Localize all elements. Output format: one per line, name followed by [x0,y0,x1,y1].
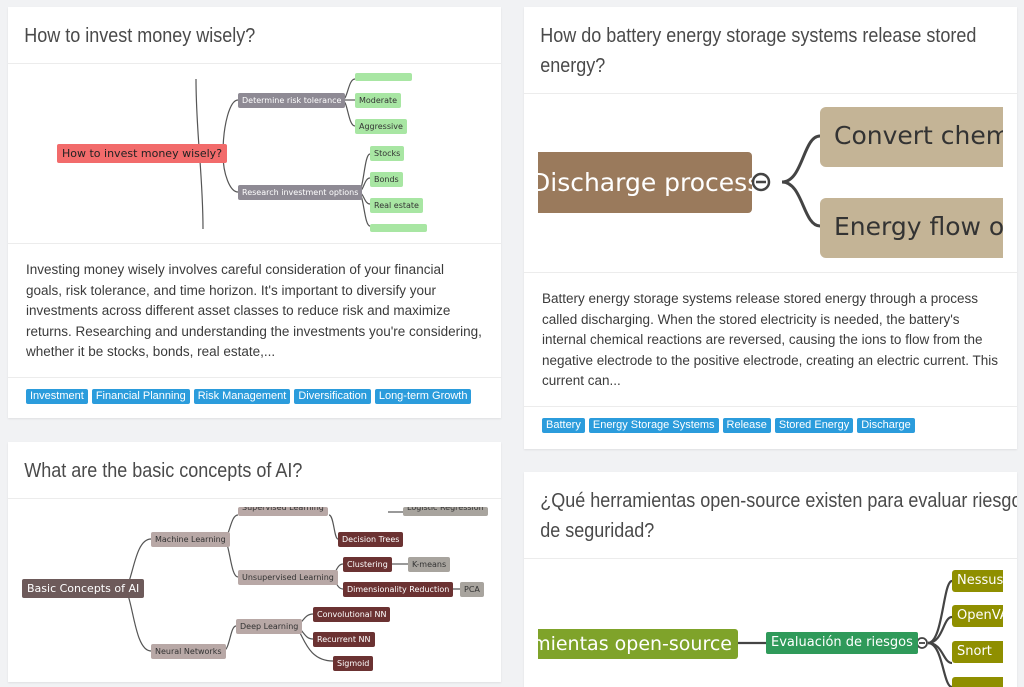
card-description: Investing money wisely involves careful … [8,244,501,378]
mindmap-leaf: Logistic Regression [403,507,488,516]
mindmap-image[interactable]: Discharge process Convert chemical energ… [524,94,1017,273]
mindmap-root-label: Discharge process [538,168,752,197]
mindmap-leaf: Bonds [370,172,403,187]
tag[interactable]: Investment [26,388,88,404]
mindmap-leaf-label: Nessus [957,573,1003,588]
tag[interactable]: Financial Planning [91,388,190,404]
mindmap-root: Basic Concepts of AI [22,579,145,598]
tag[interactable]: Release [722,417,771,433]
mindmap-image[interactable]: Herramientas open-source Evaluación de r… [524,559,1017,687]
mindmap-child: Convert chemical energy [820,107,1003,167]
mindmap-connectors [738,579,953,687]
card-description: Battery energy storage systems release s… [524,273,1017,407]
card-title[interactable]: How do battery energy storage systems re… [524,7,1017,94]
mindmap-leaf: Moderate [355,93,402,108]
mindmap-leaf: Real estate [370,198,423,213]
mindmap-root: Herramientas open-source [538,629,738,659]
mindmap-child: Energy flow out [820,198,1003,258]
mindmap-leaf: Convolutional NN [313,607,391,622]
mindmap-viewport: Discharge process Convert chemical energ… [538,94,1003,272]
mindmap-root: Discharge process [538,152,752,213]
mindmap-root: How to invest money wisely? [57,144,228,163]
card-security[interactable]: ¿Qué herramientas open-source existen pa… [524,472,1017,687]
mindmap-child-label: Energy flow out [834,212,1003,241]
card-invest[interactable]: How to invest money wisely? How to inves… [8,7,501,418]
tag[interactable]: Stored Energy [774,417,854,433]
tag[interactable]: Risk Management [193,388,291,404]
mindmap-viewport: Herramientas open-source Evaluación de r… [538,559,1003,687]
card-title[interactable]: What are the basic concepts of AI? [8,442,501,499]
mindmap-leaf: Stocks [370,146,405,161]
tag[interactable]: Battery [542,417,585,433]
mindmap-leaf: K-means [408,557,451,572]
mindmap-leaf-label: OpenVAS [957,608,1003,623]
mindmap-leaf: OpenVAS [952,605,1003,627]
mindmap-branch: Neural Networks [151,644,226,659]
mindmap-branch: Deep Learning [236,619,303,634]
card-battery[interactable]: How do battery energy storage systems re… [524,7,1017,449]
mindmap-branch: Research investment options [238,185,363,200]
mindmap-image[interactable]: Basic Concepts of AI Machine Learning Ne… [8,499,501,682]
mindmap-root-label: Herramientas open-source [538,633,732,655]
tag[interactable]: Long-term Growth [374,388,472,404]
tag[interactable]: Discharge [857,417,915,433]
mindmap-branch: Evaluación de riesgos [766,632,918,654]
mindmap-leaf: PCA [460,582,484,597]
mindmap-leaf [952,677,1003,687]
mindmap-leaf: Sigmoid [333,656,374,671]
card-title[interactable]: How to invest money wisely? [8,7,501,64]
mindmap-child-label: Convert chemical energy [834,121,1003,150]
mindmap-branch: Machine Learning [151,532,230,547]
mindmap-leaf: Dimensionality Reduction [343,582,454,597]
mindmap-branch: Unsupervised Learning [238,570,338,585]
mindmap-leaf: Nessus [952,570,1003,592]
mindmap-leaf: Snort [952,641,1003,663]
tag-list: Battery Energy Storage Systems Release S… [524,407,1017,444]
tag-list: Investment Financial Planning Risk Manag… [8,378,501,415]
tag[interactable]: Diversification [294,388,371,404]
mindmap-leaf [355,73,412,81]
mindmap-leaf: Aggressive [355,119,407,134]
mindmap-leaf: Clustering [343,557,392,572]
tag[interactable]: Energy Storage Systems [588,417,719,433]
mindmap-branch: Determine risk tolerance [238,93,346,108]
card-ai[interactable]: What are the basic concepts of AI? Basic… [8,442,501,682]
mindmap-leaf-label: Snort [957,644,992,659]
mindmap-leaf: Decision Trees [338,532,404,547]
card-title[interactable]: ¿Qué herramientas open-source existen pa… [524,472,1017,559]
mindmap-leaf [370,224,427,232]
mindmap-leaf: Recurrent NN [313,632,375,647]
mindmap-branch: Supervised Learning [238,507,328,516]
mindmap-image[interactable]: How to invest money wisely? Determine ri… [8,64,501,244]
